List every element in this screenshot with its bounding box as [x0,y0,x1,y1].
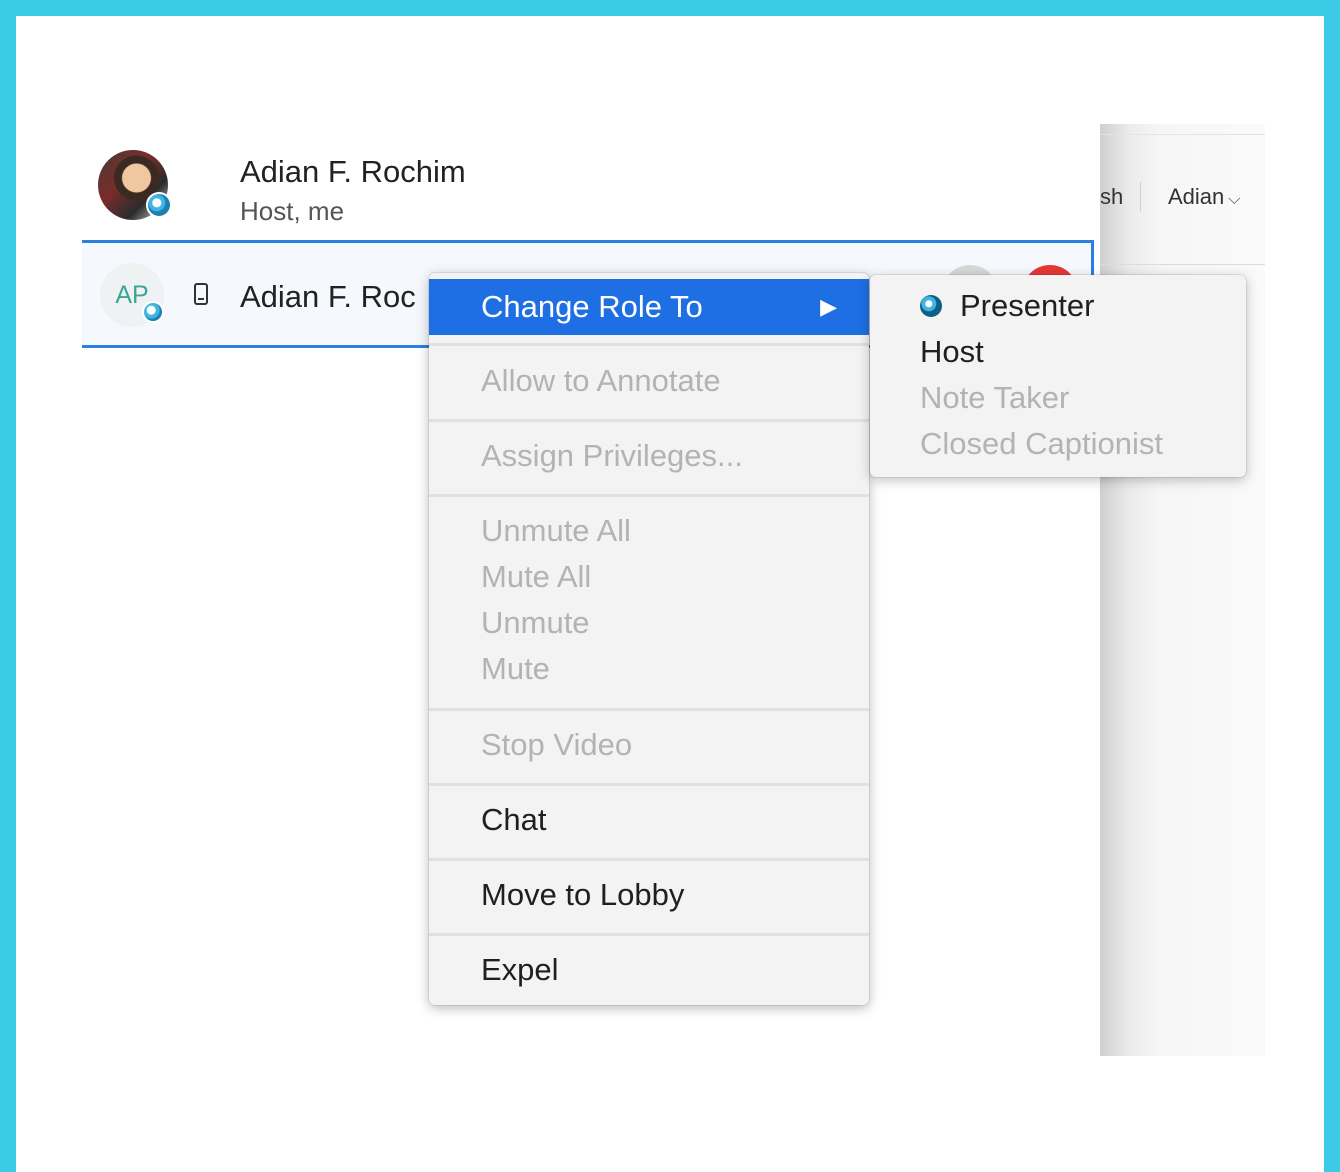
submenu-item-presenter[interactable]: Presenter [960,288,1094,324]
menu-item-mute-all[interactable]: Mute All [429,559,869,595]
participant-context-menu: Change Role To ▶ Allow to Annotate Assig… [429,273,869,1005]
menu-separator [429,343,869,346]
divider [1140,182,1141,212]
menu-item-allow-annotate[interactable]: Allow to Annotate [429,363,869,399]
menu-item-stop-video[interactable]: Stop Video [429,727,869,763]
divider [1100,134,1265,135]
presenter-role-icon [920,295,942,317]
chevron-down-icon: ⌵ [1228,191,1241,208]
change-role-submenu: Presenter Host Note Taker Closed Caption… [870,275,1246,477]
user-menu-label: Adian [1168,184,1225,209]
participant-role: Host, me [240,196,345,226]
menu-separator [429,708,869,711]
participant-row[interactable]: Adian F. Rochim Host, me [82,146,1098,240]
user-menu-button[interactable]: Adian ⌵ [1168,184,1240,210]
presenter-status-icon [146,192,172,218]
menu-separator [429,783,869,786]
background-window: sh Adian ⌵ [1100,124,1265,1056]
menu-separator [429,419,869,422]
divider [1100,264,1265,265]
participant-name: Adian F. Roc [240,279,416,314]
participant-name: Adian F. Rochim [240,154,466,189]
menu-item-chat[interactable]: Chat [429,802,869,838]
menu-separator [429,494,869,497]
menu-item-change-role[interactable]: Change Role To ▶ [429,279,869,335]
menu-item-move-to-lobby[interactable]: Move to Lobby [429,877,869,913]
menu-item-unmute[interactable]: Unmute [429,605,869,641]
menu-separator [429,858,869,861]
submenu-item-note-taker[interactable]: Note Taker [920,380,1069,416]
menu-item-expel[interactable]: Expel [429,952,869,988]
header-partial-text: sh [1100,184,1124,209]
submenu-item-closed-captionist[interactable]: Closed Captionist [920,426,1163,462]
status-icon [142,301,164,323]
submenu-item-host[interactable]: Host [920,334,984,370]
menu-item-assign-privileges[interactable]: Assign Privileges... [429,438,869,474]
mobile-device-icon [194,283,208,305]
menu-item-mute[interactable]: Mute [429,651,869,687]
menu-separator [429,933,869,936]
submenu-arrow-icon: ▶ [820,294,837,319]
menu-item-unmute-all[interactable]: Unmute All [429,513,869,549]
menu-item-label: Change Role To [481,289,703,324]
